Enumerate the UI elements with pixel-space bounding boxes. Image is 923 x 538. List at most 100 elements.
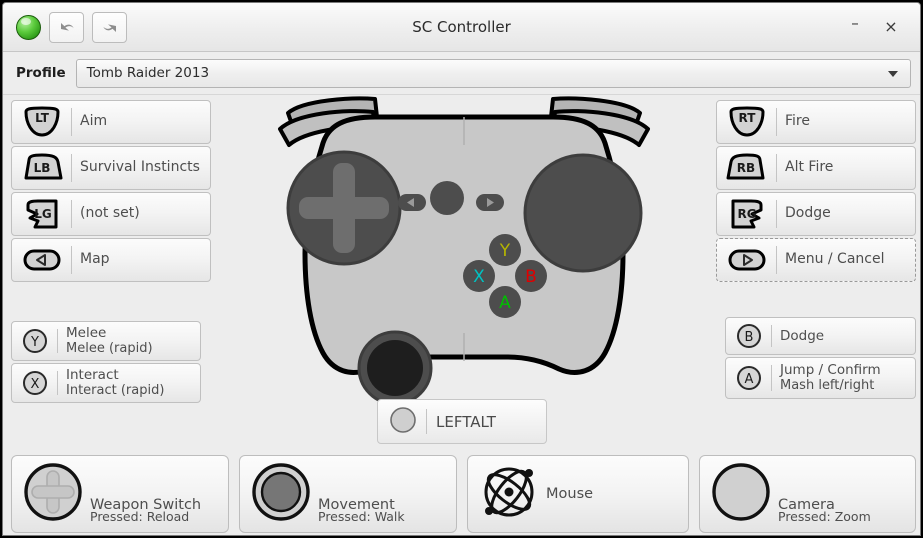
stick-icon <box>250 461 312 527</box>
profile-bar: Profile Tomb Raider 2013 <box>3 52 920 95</box>
binding-labels: Melee Melee (rapid) <box>66 325 153 357</box>
rb-label: RB <box>737 161 755 175</box>
binding-label-line2: Melee (rapid) <box>66 341 153 357</box>
chevron-down-icon <box>888 71 898 77</box>
steam-button <box>430 181 464 215</box>
binding-text: Camera Pressed: Zoom <box>778 456 905 532</box>
binding-y[interactable]: Y Melee Melee (rapid) <box>11 321 201 361</box>
binding-label-line2: Interact (rapid) <box>66 383 165 399</box>
binding-label-line1: Dodge <box>780 327 825 344</box>
svg-text:B: B <box>745 330 754 345</box>
binding-label-line1: Aim <box>80 113 108 130</box>
divider <box>71 200 72 228</box>
right-trackpad <box>523 153 643 273</box>
binding-stick[interactable]: Movement Pressed: Walk <box>239 455 457 533</box>
binding-trackpad[interactable]: Camera Pressed: Zoom <box>699 455 916 533</box>
binding-rt[interactable]: RT Fire <box>716 100 916 144</box>
binding-labels: Interact Interact (rapid) <box>66 367 164 399</box>
b-button-label: B <box>525 267 537 287</box>
binding-labels: Menu / Cancel <box>785 251 884 268</box>
binding-labels: Dodge <box>785 205 831 222</box>
binding-dpad[interactable]: Weapon Switch Pressed: Reload <box>11 455 229 533</box>
redo-button[interactable] <box>92 11 127 43</box>
undo-button[interactable] <box>49 11 84 43</box>
toolbar <box>3 11 127 43</box>
left-stick <box>367 340 423 396</box>
divider <box>71 246 72 274</box>
divider <box>771 365 772 391</box>
divider <box>71 154 72 182</box>
divider <box>71 108 72 136</box>
profile-selected-value: Tomb Raider 2013 <box>86 65 210 81</box>
window-title: SC Controller <box>412 18 511 36</box>
lg-grip-icon: LG <box>20 197 64 231</box>
binding-subtitle: Pressed: Reload <box>90 509 190 524</box>
x-button-label: X <box>473 267 485 287</box>
divider <box>426 409 427 434</box>
binding-label-line1: Fire <box>785 113 810 130</box>
y-button-label: Y <box>499 241 511 261</box>
svg-text:X: X <box>31 377 40 392</box>
binding-label-line1: Melee <box>66 324 107 341</box>
minimize-button[interactable]: – <box>846 16 864 36</box>
app-orb-icon <box>16 14 41 40</box>
binding-label-line1: Survival Instincts <box>80 159 200 176</box>
divider <box>771 325 772 347</box>
binding-labels: Map <box>80 251 110 268</box>
binding-rg[interactable]: RG Dodge <box>716 192 916 236</box>
a-button-icon: A <box>734 363 764 393</box>
binding-label-line1: Alt Fire <box>785 159 834 176</box>
undo-icon <box>60 23 74 31</box>
y-button-icon: Y <box>20 326 50 356</box>
binding-text: Mouse <box>546 456 678 532</box>
binding-gyro[interactable]: Mouse <box>467 455 689 533</box>
rt-trigger-icon: RT <box>725 105 769 139</box>
sc-controller-window: SC Controller – × Profile Tomb Raider 20… <box>2 2 921 536</box>
divider <box>776 108 777 136</box>
binding-x[interactable]: X Interact Interact (rapid) <box>11 363 201 403</box>
binding-leftalt[interactable]: LEFTALT <box>377 399 547 444</box>
x-button-icon: X <box>20 368 50 398</box>
divider <box>776 246 777 274</box>
binding-labels: Aim <box>80 113 107 130</box>
rb-bumper-icon: RB <box>725 151 769 185</box>
binding-title: Mouse <box>546 486 594 502</box>
lg-label: LG <box>34 207 52 221</box>
binding-back[interactable]: Map <box>11 238 211 282</box>
rt-label: RT <box>739 111 757 125</box>
binding-label-line1: (not set) <box>80 205 140 222</box>
binding-lb[interactable]: LB Survival Instincts <box>11 146 211 190</box>
dpad-icon <box>22 461 84 527</box>
binding-rb[interactable]: RB Alt Fire <box>716 146 916 190</box>
svg-text:Y: Y <box>30 335 39 350</box>
divider <box>57 329 58 353</box>
controller-diagram: Y X B A <box>225 95 703 449</box>
binding-label-line1: Interact <box>66 366 119 383</box>
gyro-atom-icon <box>478 461 540 527</box>
binding-labels: Fire <box>785 113 810 130</box>
lt-label: LT <box>35 111 50 125</box>
binding-label-line1: Dodge <box>785 205 831 222</box>
divider <box>57 371 58 395</box>
binding-lg[interactable]: LG (not set) <box>11 192 211 236</box>
svg-text:A: A <box>745 372 754 387</box>
trackpad-icon <box>710 461 772 527</box>
close-button[interactable]: × <box>882 18 900 36</box>
binding-labels: Survival Instincts <box>80 159 200 176</box>
binding-a[interactable]: A Jump / Confirm Mash left/right <box>725 357 916 399</box>
binding-labels: Jump / Confirm Mash left/right <box>780 362 881 394</box>
binding-subtitle: Pressed: Walk <box>318 509 405 524</box>
binding-start[interactable]: Menu / Cancel <box>716 238 916 282</box>
binding-text: Weapon Switch Pressed: Reload <box>90 456 218 532</box>
profile-select[interactable]: Tomb Raider 2013 <box>75 58 911 88</box>
lb-bumper-icon: LB <box>20 151 64 185</box>
redo-icon <box>102 24 116 32</box>
rg-label: RG <box>737 207 756 221</box>
binding-label-line2: Mash left/right <box>780 378 875 394</box>
b-button-icon: B <box>734 321 764 351</box>
binding-text: Movement Pressed: Walk <box>318 456 446 532</box>
binding-b[interactable]: B Dodge <box>725 317 916 355</box>
binding-label-line1: Map <box>80 251 110 268</box>
binding-lt[interactable]: LT Aim <box>11 100 211 144</box>
binding-labels: (not set) <box>80 205 140 222</box>
